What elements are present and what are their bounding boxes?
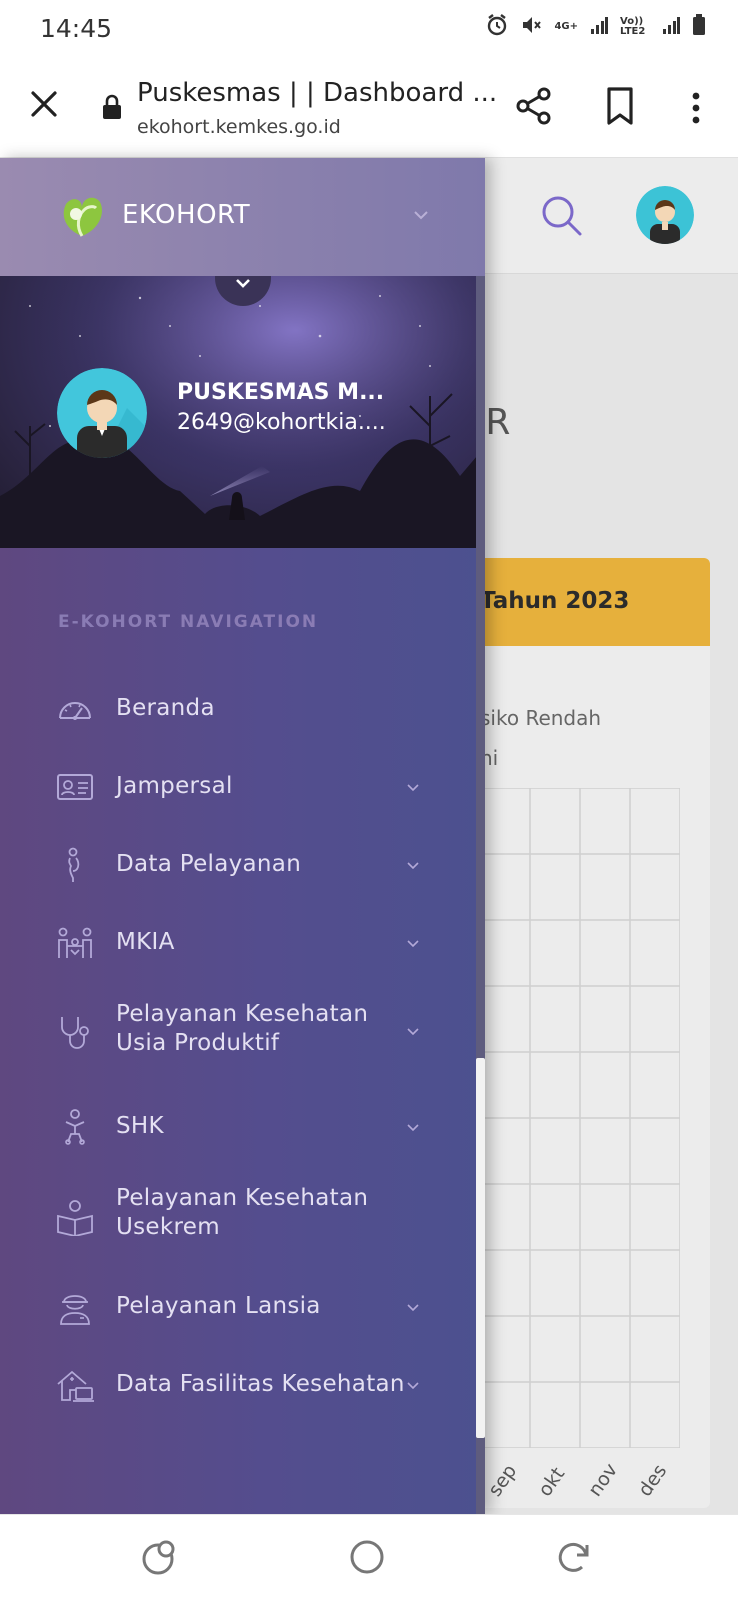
nav-item-label: Pelayanan Kesehatan Usekrem xyxy=(116,1185,369,1240)
nav-item-shk[interactable]: SHK xyxy=(0,1102,476,1152)
rotate-icon[interactable] xyxy=(554,1537,594,1577)
signal-2-icon xyxy=(662,15,680,39)
network-lte-icon: Vo)) LTE2 xyxy=(620,17,650,37)
url-host[interactable]: ekohort.kemkes.go.id xyxy=(137,116,341,138)
family-icon xyxy=(58,927,92,958)
chevron-down-icon xyxy=(407,1124,419,1132)
alarm-icon xyxy=(486,14,508,40)
user-email: 2649@kohortkia.... xyxy=(177,410,386,435)
chart-grid xyxy=(480,788,680,1448)
chevron-down-icon xyxy=(407,784,419,792)
navigation-drawer: EKOHORT PUSKESMAS M... 2649@kohortkia...… xyxy=(0,158,485,1514)
nav-item-label: Data Fasilitas Kesehatan xyxy=(116,1371,405,1397)
chart-x-tick-label: okt xyxy=(534,1463,570,1501)
nav-item-label: Pelayanan Kesehatan Usia Produktif xyxy=(116,1001,369,1056)
signal-icon xyxy=(590,15,608,39)
network-4g-label: 4G+ xyxy=(554,21,578,32)
chart-x-tick-label: nov xyxy=(584,1459,623,1501)
chevron-down-icon xyxy=(407,1304,419,1312)
network-4g-icon: 4G+ xyxy=(554,22,578,32)
avatar[interactable] xyxy=(57,368,147,458)
student-book-icon xyxy=(57,1200,93,1236)
page-title[interactable]: Puskesmas | | Dashboard ... xyxy=(137,78,497,108)
nav-item-label: SHK xyxy=(116,1113,164,1139)
nav-item-jampersal[interactable]: Jampersal xyxy=(0,762,476,812)
nav-item-fasilitas[interactable]: Data Fasilitas Kesehatan xyxy=(0,1360,476,1410)
lock-icon xyxy=(103,94,121,119)
mute-icon xyxy=(520,14,542,40)
system-nav-bar xyxy=(0,1514,738,1600)
user-profile-header: PUSKESMAS M... 2649@kohortkia.... xyxy=(0,276,477,548)
stethoscope-icon xyxy=(61,1017,89,1049)
chevron-down-icon xyxy=(236,279,250,288)
id-card-icon xyxy=(57,774,93,800)
nav-item-usekrem[interactable]: Pelayanan Kesehatan Usekrem xyxy=(0,1180,476,1250)
profile-toggle-button[interactable] xyxy=(215,276,271,306)
facility-icon xyxy=(57,1370,94,1402)
speedometer-icon xyxy=(59,702,91,720)
baby-icon xyxy=(65,1109,85,1145)
close-icon[interactable] xyxy=(28,88,60,120)
chart-x-tick-label: sep xyxy=(484,1460,522,1501)
nav-section-label: E-KOHORT NAVIGATION xyxy=(58,612,319,632)
nav-item-label: Beranda xyxy=(116,695,215,721)
chevron-down-icon xyxy=(407,1028,419,1036)
chevron-down-icon xyxy=(407,940,419,948)
elderly-icon xyxy=(60,1295,90,1325)
chart-card-title: Tahun 2023 xyxy=(480,588,630,614)
nav-item-label: MKIA xyxy=(116,929,175,955)
search-icon[interactable] xyxy=(540,194,584,238)
chevron-down-icon[interactable] xyxy=(412,206,430,224)
bookmark-icon[interactable] xyxy=(604,86,636,126)
browser-url-bar: Puskesmas | | Dashboard ... ekohort.kemk… xyxy=(0,60,738,158)
ekohort-logo-icon xyxy=(63,197,102,237)
nav-item-mkia[interactable]: MKIA xyxy=(0,918,476,968)
status-icons: 4G+ Vo)) LTE2 xyxy=(486,14,706,40)
nav-item-usia-produktif[interactable]: Pelayanan Kesehatan Usia Produktif xyxy=(0,996,476,1066)
network-lte-label: Vo)) LTE2 xyxy=(620,16,646,37)
chart-legend-item: siko Rendah xyxy=(480,706,602,730)
nav-item-data-pelayanan[interactable]: Data Pelayanan xyxy=(0,840,476,890)
chevron-down-icon xyxy=(407,862,419,870)
nav-item-label: Pelayanan Lansia xyxy=(116,1293,321,1319)
header-avatar[interactable] xyxy=(636,186,694,244)
nav-item-beranda[interactable]: Beranda xyxy=(0,684,476,734)
pregnant-woman-icon xyxy=(68,847,80,882)
battery-icon xyxy=(692,14,706,40)
drawer-scrollbar-thumb[interactable] xyxy=(476,1058,485,1438)
home-icon[interactable] xyxy=(347,1537,387,1577)
status-bar: 14:45 4G+ Vo)) LTE2 xyxy=(0,0,738,60)
brand-name: EKOHORT xyxy=(122,200,251,230)
status-time: 14:45 xyxy=(40,14,113,43)
nav-item-label: Data Pelayanan xyxy=(116,851,302,877)
nav-item-lansia[interactable]: Pelayanan Lansia xyxy=(0,1282,476,1332)
recent-apps-icon[interactable] xyxy=(140,1537,180,1577)
drawer-brand-bar[interactable]: EKOHORT xyxy=(0,158,485,276)
chart-x-tick-label: des xyxy=(634,1460,672,1501)
share-icon[interactable] xyxy=(514,86,554,126)
nav-item-label: Jampersal xyxy=(116,773,233,799)
chevron-down-icon xyxy=(407,1382,419,1390)
more-options-icon[interactable] xyxy=(686,88,706,128)
user-name: PUSKESMAS M... xyxy=(177,380,385,405)
